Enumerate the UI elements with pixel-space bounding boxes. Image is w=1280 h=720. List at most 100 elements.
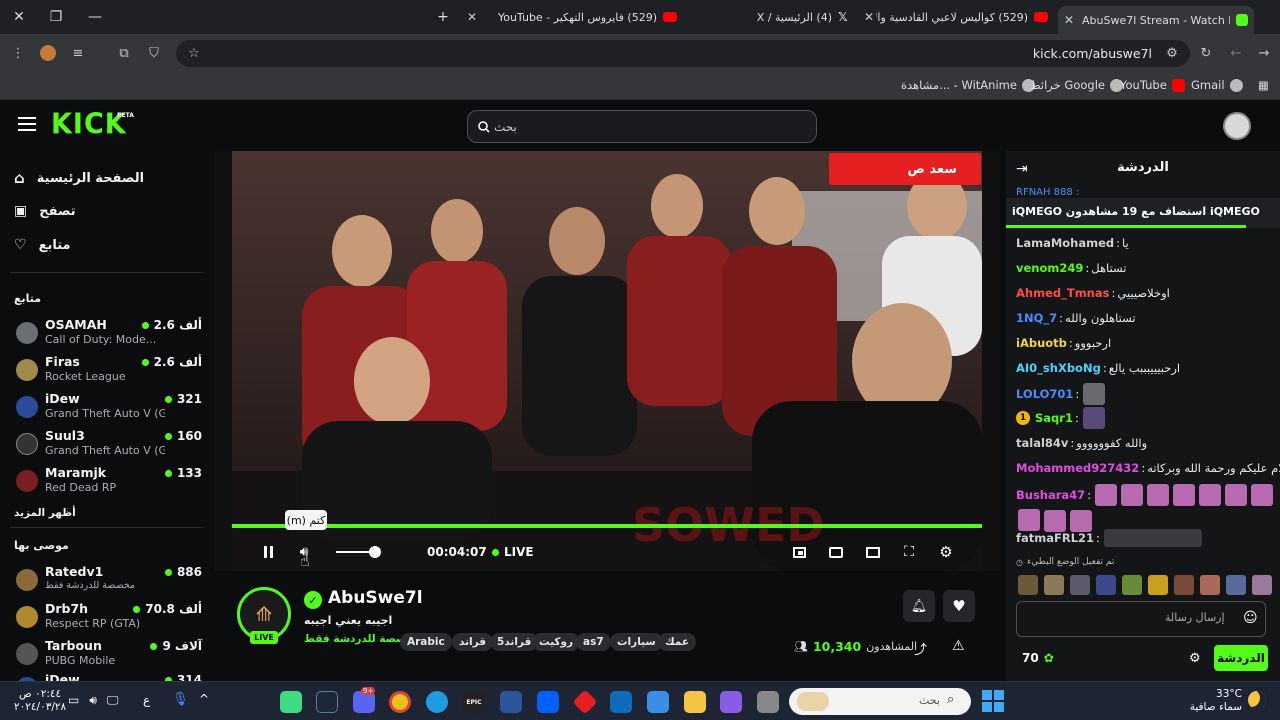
video-frame[interactable]: SOWED سعد ص — [232, 151, 982, 571]
chat-message[interactable]: Ahmed_Tmnas: اوخلاصيييي — [1016, 286, 1274, 300]
miniplayer-icon[interactable] — [789, 542, 809, 562]
close-tab-icon[interactable]: ✕ — [862, 10, 876, 24]
chat-message[interactable]: iAbuotb: ارحبووو — [1016, 336, 1274, 350]
system-tray[interactable]: ▭ 🔊︎ 🖵︎ — [68, 693, 118, 708]
channel-idew[interactable]: iDew Grand Theft Auto V (G... 321 — [16, 389, 202, 423]
language-indicator[interactable]: ع — [143, 693, 150, 707]
channel-suul3[interactable]: Suul3 Grand Theft Auto V (G... 160 — [16, 426, 202, 460]
steam-icon[interactable] — [316, 691, 338, 713]
video-player[interactable]: SOWED سعد ص 🔊︎ 00:04:07 LIVE ⛶ ⚙ — [214, 151, 1000, 571]
playlist-icon[interactable]: ≡ — [68, 43, 88, 63]
tag[interactable]: عمك — [658, 633, 696, 651]
volume-slider-handle[interactable] — [369, 546, 381, 558]
windows-start-icon[interactable] — [982, 690, 1004, 712]
search-input[interactable]: بحث — [467, 110, 817, 143]
chat-message[interactable]: fatmaFRL21: — [1016, 529, 1274, 547]
tray-expand-icon[interactable]: ^ — [199, 692, 209, 706]
clock[interactable]: ٠٢:٤٤ ص ٢٠٢٤/٠٣/٢٨ — [14, 688, 66, 714]
streamer-name[interactable]: AbuSwe7l — [328, 588, 423, 608]
channel-osamah[interactable]: OSAMAH Call of Duty: Mode... 2.6 ألف — [16, 315, 202, 349]
follow-heart-button[interactable]: ♥ — [943, 590, 975, 622]
taskbar-search[interactable]: بحث ⌕ — [789, 688, 971, 715]
epic-games-icon[interactable]: EPIC — [463, 691, 485, 713]
chat-message[interactable]: talal84v: والله كفوووووو — [1016, 436, 1274, 450]
chat-message[interactable]: Mohammed927432:السلام عليكم ورحمة الله و… — [1016, 461, 1280, 475]
word-icon[interactable] — [500, 691, 522, 713]
chat-message[interactable]: LOLO701: — [1016, 383, 1274, 405]
show-more-link[interactable]: أظهر المزيد — [14, 507, 76, 519]
microphone-icon[interactable]: 🎙︎ — [172, 692, 189, 707]
share-icon[interactable]: ⤴ — [914, 639, 927, 658]
tab-kick-abuswe7l[interactable]: ✕ AbuSwe7l Stream - Watch L — [1058, 6, 1254, 34]
progress-bar[interactable] — [232, 524, 982, 528]
nav-following[interactable]: ♡ متابع — [14, 237, 71, 253]
tag[interactable]: قراند — [452, 633, 494, 651]
tag[interactable]: روكيت — [532, 633, 581, 651]
tag[interactable]: سيارات — [610, 633, 663, 651]
emoji-icon[interactable]: ☺ — [1243, 610, 1258, 626]
outlook-icon[interactable] — [610, 691, 632, 713]
bookmark-star-icon[interactable]: ☆ — [184, 43, 204, 63]
app-icon-teams[interactable] — [280, 691, 302, 713]
chat-message[interactable]: 1 Saqr1: — [1016, 407, 1274, 429]
channel-maramjk[interactable]: Maramjk Red Dead RP 133 — [16, 463, 202, 497]
tab-x-home[interactable]: (4) الرئيسية / X 𝕏 — [690, 6, 858, 28]
reload-icon[interactable]: ↻ — [1196, 43, 1216, 63]
tag-arabic[interactable]: Arabic — [400, 633, 452, 651]
bookmark-gmail[interactable]: Gmail — [1191, 78, 1243, 92]
channel-idew-recommended[interactable]: iDew 314 — [16, 670, 202, 681]
store-icon[interactable] — [647, 691, 669, 713]
chat-message[interactable]: AI0_shXboNg: ارحبيييبببب يالع — [1016, 361, 1274, 375]
address-bar[interactable]: ☆ kick.com/abuswe7l ⚙ — [176, 40, 1190, 67]
settings-gear-icon[interactable]: ⚙ — [936, 542, 956, 562]
chat-message[interactable]: 1NQ_7: تستاهلون والله — [1016, 311, 1274, 325]
weather-widget[interactable]: 33°C سماء صافية — [1186, 688, 1242, 714]
extensions-icon[interactable]: ⧉ — [114, 43, 134, 63]
notification-bell-button[interactable]: 🔔︎ — [903, 590, 935, 622]
menu-kebab-icon[interactable]: ⋮ — [8, 43, 28, 63]
dropbox-icon[interactable] — [537, 691, 559, 713]
channel-tarboun[interactable]: Tarboun PUBG Mobile 9 آلاف — [16, 636, 202, 670]
new-tab-button[interactable]: + — [432, 7, 454, 27]
chat-message-input[interactable]: إرسال رسالة ☺ — [1016, 601, 1266, 637]
bookmark-witanime[interactable]: مشاهدة... - WitAnime — [901, 78, 1035, 92]
nav-browse[interactable]: ▣ تصفح — [14, 203, 76, 219]
hamburger-menu-icon[interactable] — [18, 117, 36, 131]
live-indicator[interactable]: LIVE — [492, 545, 534, 559]
channel-points[interactable]: 70 ✿ — [1022, 651, 1054, 665]
profile-avatar[interactable] — [38, 43, 58, 63]
minimize-window-button[interactable]: — — [84, 7, 106, 27]
theater-mode-icon[interactable] — [863, 542, 883, 562]
send-chat-button[interactable]: الدردشة — [1214, 645, 1268, 671]
file-explorer-icon[interactable] — [684, 691, 706, 713]
app-icon-red[interactable] — [572, 689, 598, 715]
close-window-button[interactable]: ✕ — [8, 7, 30, 27]
chat-message[interactable]: Bushara47: — [1016, 484, 1274, 532]
bookmark-google-maps[interactable]: خرائط Google — [1030, 78, 1123, 92]
channel-firas[interactable]: Firas Rocket League 2.6 ألف — [16, 352, 202, 386]
clip-icon[interactable] — [826, 542, 846, 562]
tab-youtube-virus[interactable]: ✕ (529) فايروس التهكير - YouTube — [465, 6, 683, 28]
chrome-icon[interactable] — [389, 691, 411, 713]
channel-drb7h[interactable]: Drb7h Respect RP (GTA) 70.8 ألف — [16, 599, 202, 633]
tab-youtube-qadsiah[interactable]: ✕ (529) كواليس لاعبي القادسية والأ — [862, 6, 1054, 28]
channel-ratedv1[interactable]: Ratedv1 مخصصة للدردشة فقط 886 — [16, 562, 202, 596]
report-warning-icon[interactable]: ⚠ — [952, 638, 965, 654]
chat-message[interactable]: LamaMohamed: يا — [1016, 236, 1274, 250]
chat-settings-icon[interactable]: ⚙ — [1189, 651, 1201, 666]
copilot-icon[interactable] — [720, 691, 742, 713]
pause-button[interactable] — [258, 542, 278, 562]
close-tab-icon[interactable]: ✕ — [465, 10, 479, 24]
shield-icon[interactable]: ⛉ — [144, 43, 164, 63]
kick-logo[interactable]: KICK — [51, 108, 127, 141]
site-settings-icon[interactable]: ⚙ — [1162, 43, 1182, 63]
app-icon-window[interactable] — [757, 691, 779, 713]
close-tab-icon[interactable]: ✕ — [1062, 13, 1076, 27]
nav-home[interactable]: ⌂ الصفحة الرئيسية — [14, 169, 144, 187]
back-icon[interactable]: → — [1254, 43, 1274, 63]
fullscreen-icon[interactable]: ⛶ — [899, 542, 919, 562]
maximize-window-button[interactable]: ❐ — [45, 7, 67, 27]
forward-icon[interactable]: ← — [1226, 43, 1246, 63]
chat-message[interactable]: venom249: تستاهل — [1016, 261, 1274, 275]
bookmark-youtube[interactable]: YouTube — [1120, 78, 1185, 92]
